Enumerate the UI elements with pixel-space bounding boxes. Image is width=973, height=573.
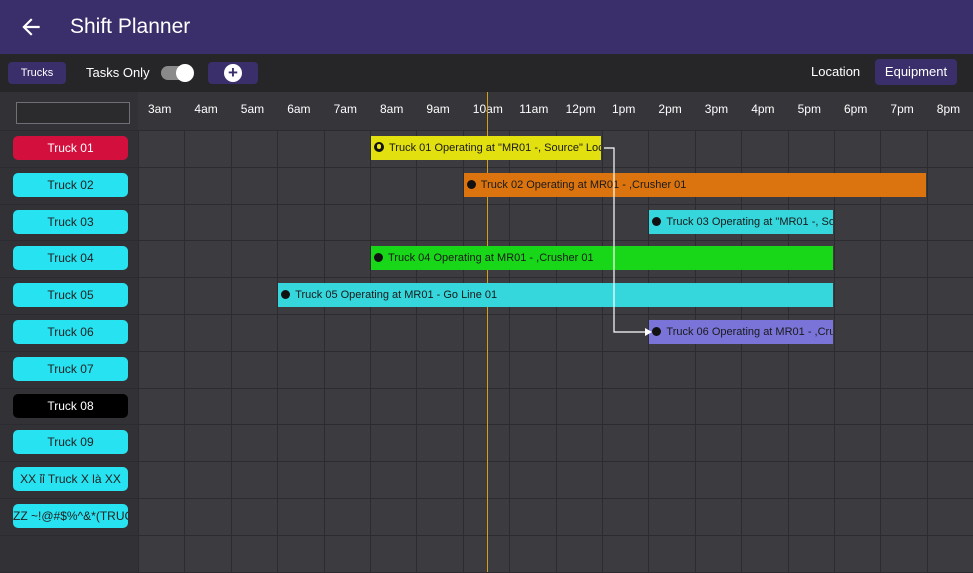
plus-circle-icon: +	[224, 64, 242, 82]
task-bar[interactable]: Truck 05 Operating at MR01 - Go Line 01	[278, 283, 833, 308]
arrow-left-icon[interactable]	[18, 14, 44, 40]
hour-label: 4am	[194, 102, 218, 116]
hour-label: 9am	[426, 102, 450, 116]
hour-label: 4pm	[751, 102, 775, 116]
task-bar[interactable]: Truck 03 Operating at "MR01 -, So...	[649, 209, 833, 234]
toggle-knob[interactable]	[176, 64, 194, 82]
task-label: Truck 04 Operating at MR01 - ,Crusher 01	[388, 252, 594, 265]
globe-icon	[374, 142, 384, 152]
equipment-tab[interactable]: Equipment	[875, 59, 957, 85]
task-bar[interactable]: Truck 04 Operating at MR01 - ,Crusher 01	[371, 246, 833, 271]
trucks-filter-chip[interactable]: Trucks	[8, 62, 66, 84]
app-header: Shift Planner	[0, 0, 973, 54]
dot-icon	[281, 290, 291, 300]
task-label: Truck 01 Operating at "MR01 -, Source" L…	[389, 142, 601, 154]
resource-row-button[interactable]: Truck 07	[13, 356, 128, 381]
location-tab[interactable]: Location	[811, 62, 860, 82]
dot-icon	[374, 253, 383, 263]
task-label: Truck 06 Operating at MR01 - ,Cru...	[666, 326, 833, 338]
add-button[interactable]: +	[208, 62, 258, 84]
resource-row-button[interactable]: Truck 08	[13, 393, 128, 418]
resource-row-button[interactable]: Truck 04	[13, 246, 128, 271]
hour-label: 7am	[333, 102, 357, 116]
hour-label: 8pm	[936, 102, 961, 116]
hour-label: 12pm	[565, 102, 596, 116]
current-time-marker	[487, 92, 488, 572]
resource-row-button[interactable]: Truck 09	[13, 430, 128, 455]
task-label: Truck 02 Operating at MR01 - ,Crusher 01	[480, 178, 687, 191]
hour-label: 5am	[240, 102, 265, 116]
app-window: Shift Planner Trucks Tasks Only + Locati…	[0, 0, 973, 573]
resource-row-button[interactable]: Truck 05	[13, 283, 128, 308]
task-bar[interactable]: Truck 02 Operating at MR01 - ,Crusher 01	[463, 172, 926, 197]
resource-row-button[interactable]: Truck 03	[13, 209, 128, 234]
hour-label: 11am	[519, 102, 549, 116]
task-label: Truck 03 Operating at "MR01 -, So...	[666, 215, 833, 228]
hour-label: 5pm	[797, 102, 821, 116]
hour-label: 7pm	[890, 102, 914, 116]
tasks-only-label: Tasks Only	[86, 65, 150, 80]
search-input[interactable]	[16, 102, 130, 124]
task-bar[interactable]: Truck 06 Operating at MR01 - ,Cru...	[649, 320, 833, 344]
hour-label: 1pm	[612, 102, 636, 116]
dot-icon	[652, 216, 662, 226]
hour-label: 3am	[148, 102, 172, 116]
task-label: Truck 05 Operating at MR01 - Go Line 01	[295, 289, 498, 302]
task-bar[interactable]: Truck 01 Operating at "MR01 -, Source" L…	[371, 136, 601, 160]
resource-row-button[interactable]: Truck 01	[13, 136, 128, 160]
dot-icon	[466, 179, 476, 189]
hour-label: 3pm	[704, 102, 729, 116]
hour-label: 6am	[287, 102, 311, 116]
dot-icon	[652, 327, 662, 336]
resource-row-button[interactable]: XX ỉỉ Truck X là XX	[13, 467, 128, 492]
resource-row-button[interactable]: Truck 06	[13, 320, 128, 344]
resource-row-button[interactable]: ZZ ~!@#$%^&*(TRUCK	[13, 504, 128, 528]
page-title: Shift Planner	[70, 15, 191, 38]
hour-label: 6pm	[844, 102, 868, 116]
hour-label: 8am	[380, 102, 404, 116]
hour-label: 2pm	[658, 102, 682, 116]
resource-row-button[interactable]: Truck 02	[13, 172, 128, 197]
